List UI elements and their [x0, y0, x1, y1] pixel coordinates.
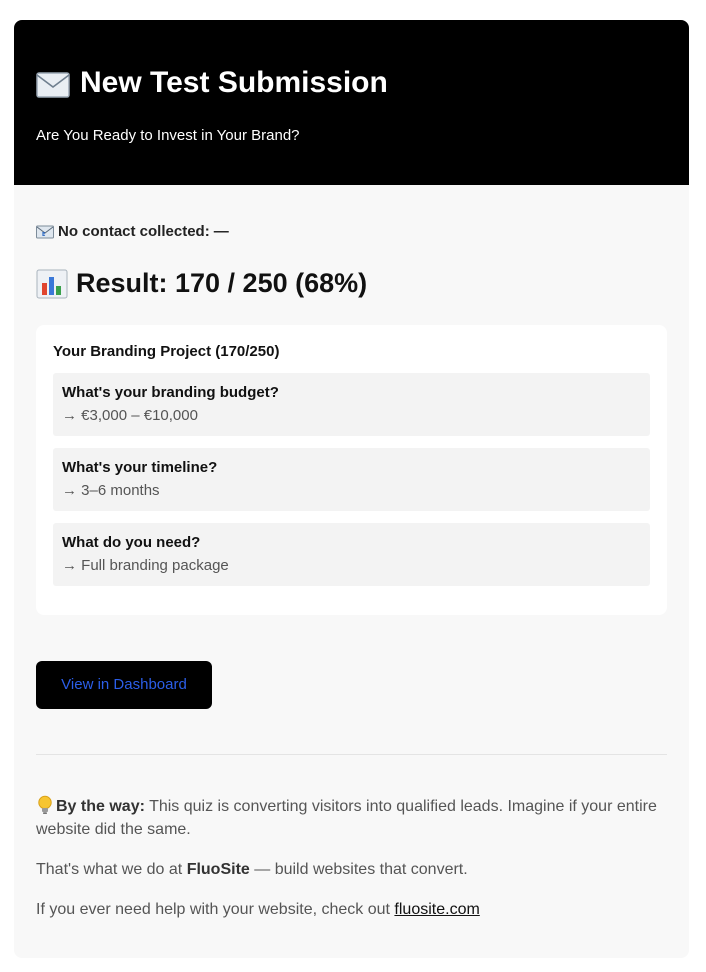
lightbulb-icon [38, 795, 52, 814]
contact-label: No contact collected: [58, 223, 210, 240]
brand-name: FluoSite [186, 861, 250, 878]
answer-text: → 3–6 months [62, 482, 160, 499]
footer-line-2: That's what we do at FluoSite — build we… [36, 858, 667, 881]
contact-row: E No contact collected: — [36, 223, 667, 240]
email-icon: E [36, 225, 54, 238]
divider [36, 754, 667, 755]
page-title-row: New Test Submission [36, 64, 667, 102]
by-the-way-label: By the way: [56, 798, 145, 815]
content: E No contact collected: — Result: 170 / … [14, 223, 689, 921]
header: New Test Submission Are You Ready to Inv… [14, 20, 689, 185]
envelope-icon [36, 71, 70, 98]
project-box: Your Branding Project (170/250) What's y… [36, 325, 667, 615]
question-item: What's your branding budget? → €3,000 – … [53, 373, 650, 436]
contact-value: — [213, 223, 229, 240]
answer-text: → €3,000 – €10,000 [62, 407, 198, 424]
question-text: What do you need? [62, 534, 201, 551]
project-title: Your Branding Project (170/250) [53, 343, 280, 360]
result-row: Result: 170 / 250 (68%) [36, 268, 667, 299]
result-label: Result: 170 / 250 (68%) [76, 268, 368, 298]
question-text: What's your branding budget? [62, 384, 279, 401]
email-card: New Test Submission Are You Ready to Inv… [14, 20, 689, 958]
question-text: What's your timeline? [62, 459, 218, 476]
svg-text:E: E [42, 232, 46, 238]
page-title: New Test Submission [80, 66, 388, 99]
footer-by-the-way: By the way: This quiz is converting visi… [36, 795, 667, 841]
question-item: What do you need? → Full branding packag… [53, 523, 650, 586]
question-item: What's your timeline? → 3–6 months [53, 448, 650, 511]
line2-prefix: That's what we do at [36, 861, 187, 878]
answer-text: → Full branding package [62, 557, 229, 574]
line3-prefix: If you ever need help with your website,… [36, 901, 395, 918]
bar-chart-icon [36, 269, 68, 298]
view-dashboard-button[interactable]: View in Dashboard [36, 661, 212, 709]
footer: By the way: This quiz is converting visi… [36, 795, 667, 921]
footer-line-3: If you ever need help with your website,… [36, 898, 667, 921]
page-subtitle: Are You Ready to Invest in Your Brand? [36, 127, 300, 144]
fluosite-link[interactable]: fluosite.com [394, 901, 479, 918]
line2-suffix: — build websites that convert. [249, 861, 468, 878]
